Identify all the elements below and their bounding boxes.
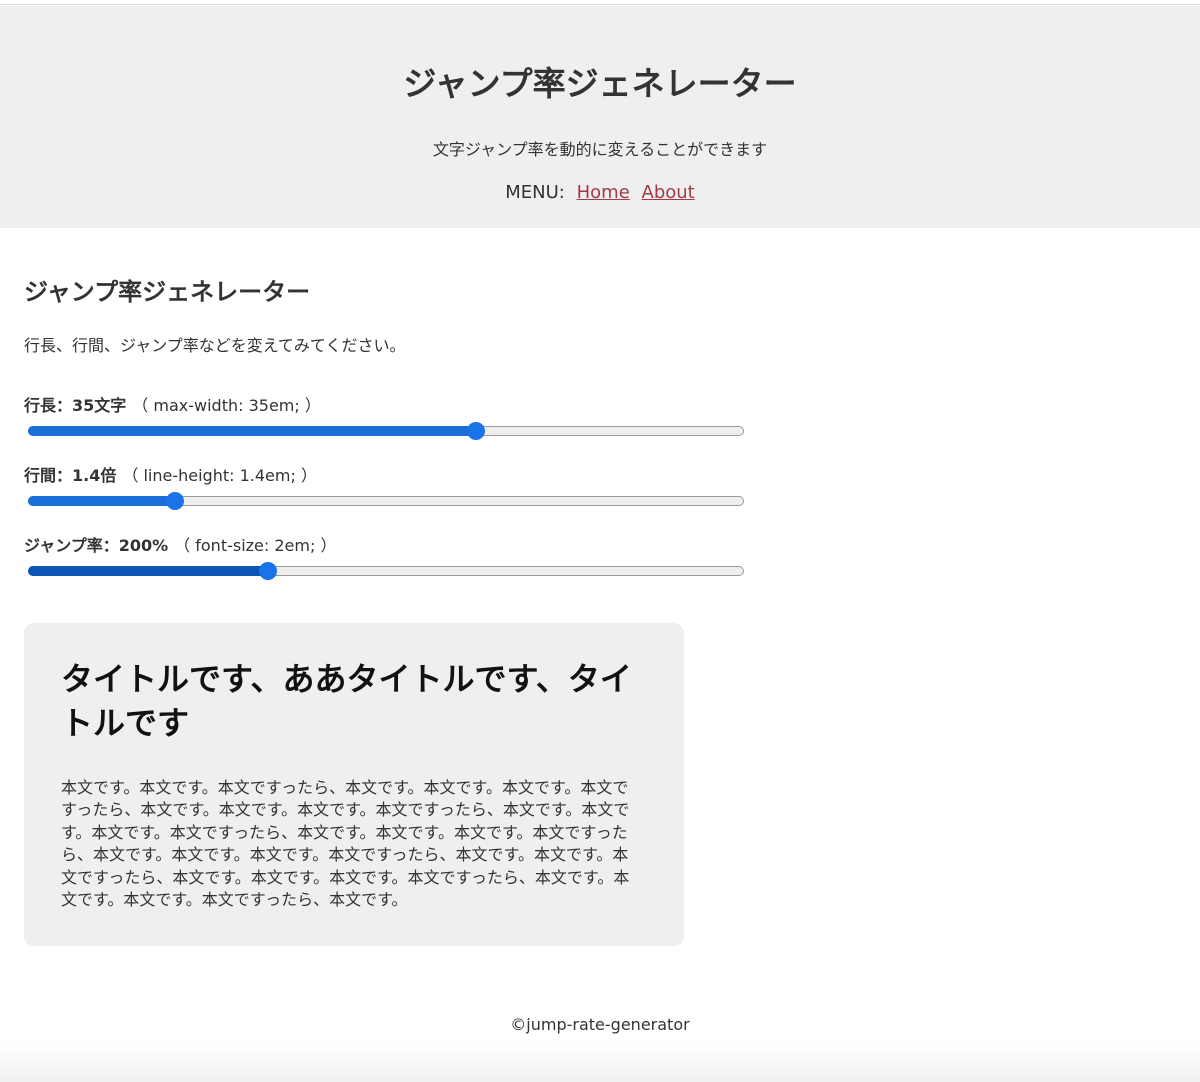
line-length-code: （ max-width: 35em; ） [132, 396, 321, 415]
jump-rate-slider[interactable] [28, 562, 744, 580]
intro-text: 行長、行間、ジャンプ率などを変えてみてください。 [24, 336, 406, 355]
jump-rate-control: ジャンプ率：200% （ font-size: 2em; ） [24, 534, 754, 580]
slider-thumb[interactable] [165, 492, 184, 510]
preview-title: タイトルです、ああタイトルです、タイトルです [61, 660, 632, 742]
menu-link-home[interactable]: Home [577, 182, 630, 203]
jump-rate-name: ジャンプ率： [24, 536, 119, 555]
slider-thumb[interactable] [466, 422, 485, 440]
line-height-code: （ line-height: 1.4em; ） [122, 466, 317, 485]
site-footer: ©jump-rate-generator [0, 1014, 1200, 1036]
line-length-value: 35文字 [72, 396, 127, 415]
preview-body: 本文です。本文です。本文ですったら、本文です。本文です。本文です。本文ですったら… [61, 778, 630, 910]
main-content: ジャンプ率ジェネレーター 行長、行間、ジャンプ率などを変えてみてください。 行長… [24, 270, 1174, 580]
site-title: ジャンプ率ジェネレーター [403, 64, 797, 103]
line-length-name: 行長： [24, 396, 73, 415]
page-heading: ジャンプ率ジェネレーター [24, 278, 311, 306]
preview-box: タイトルです、ああタイトルです、タイトルです 本文です。本文です。本文ですったら… [24, 623, 684, 946]
slider-fill [28, 496, 175, 506]
jump-rate-code: （ font-size: 2em; ） [174, 536, 337, 555]
menu-label: MENU: [505, 182, 565, 203]
line-height-control: 行間：1.4倍 （ line-height: 1.4em; ） [24, 464, 754, 510]
slider-thumb[interactable] [258, 562, 277, 580]
slider-fill [28, 426, 476, 436]
site-header: ジャンプ率ジェネレーター 文字ジャンプ率を動的に変えることができます MENU:… [0, 6, 1200, 228]
bottom-shade [0, 1042, 1200, 1082]
copyright-text: ©jump-rate-generator [510, 1015, 690, 1034]
jump-rate-label: ジャンプ率：200% （ font-size: 2em; ） [24, 534, 754, 558]
slider-fill [28, 566, 268, 576]
line-height-slider[interactable] [28, 492, 744, 510]
top-border [0, 0, 1200, 5]
main-menu: MENU: Home About [0, 181, 1200, 205]
line-length-control: 行長：35文字 （ max-width: 35em; ） [24, 394, 754, 440]
jump-rate-value: 200% [118, 536, 169, 555]
line-height-name: 行間： [24, 466, 73, 485]
line-height-value: 1.4倍 [72, 466, 117, 485]
line-length-slider[interactable] [28, 422, 744, 440]
menu-link-about[interactable]: About [642, 182, 695, 203]
site-subtitle: 文字ジャンプ率を動的に変えることができます [432, 140, 768, 159]
line-length-label: 行長：35文字 （ max-width: 35em; ） [24, 394, 754, 418]
line-height-label: 行間：1.4倍 （ line-height: 1.4em; ） [24, 464, 754, 488]
